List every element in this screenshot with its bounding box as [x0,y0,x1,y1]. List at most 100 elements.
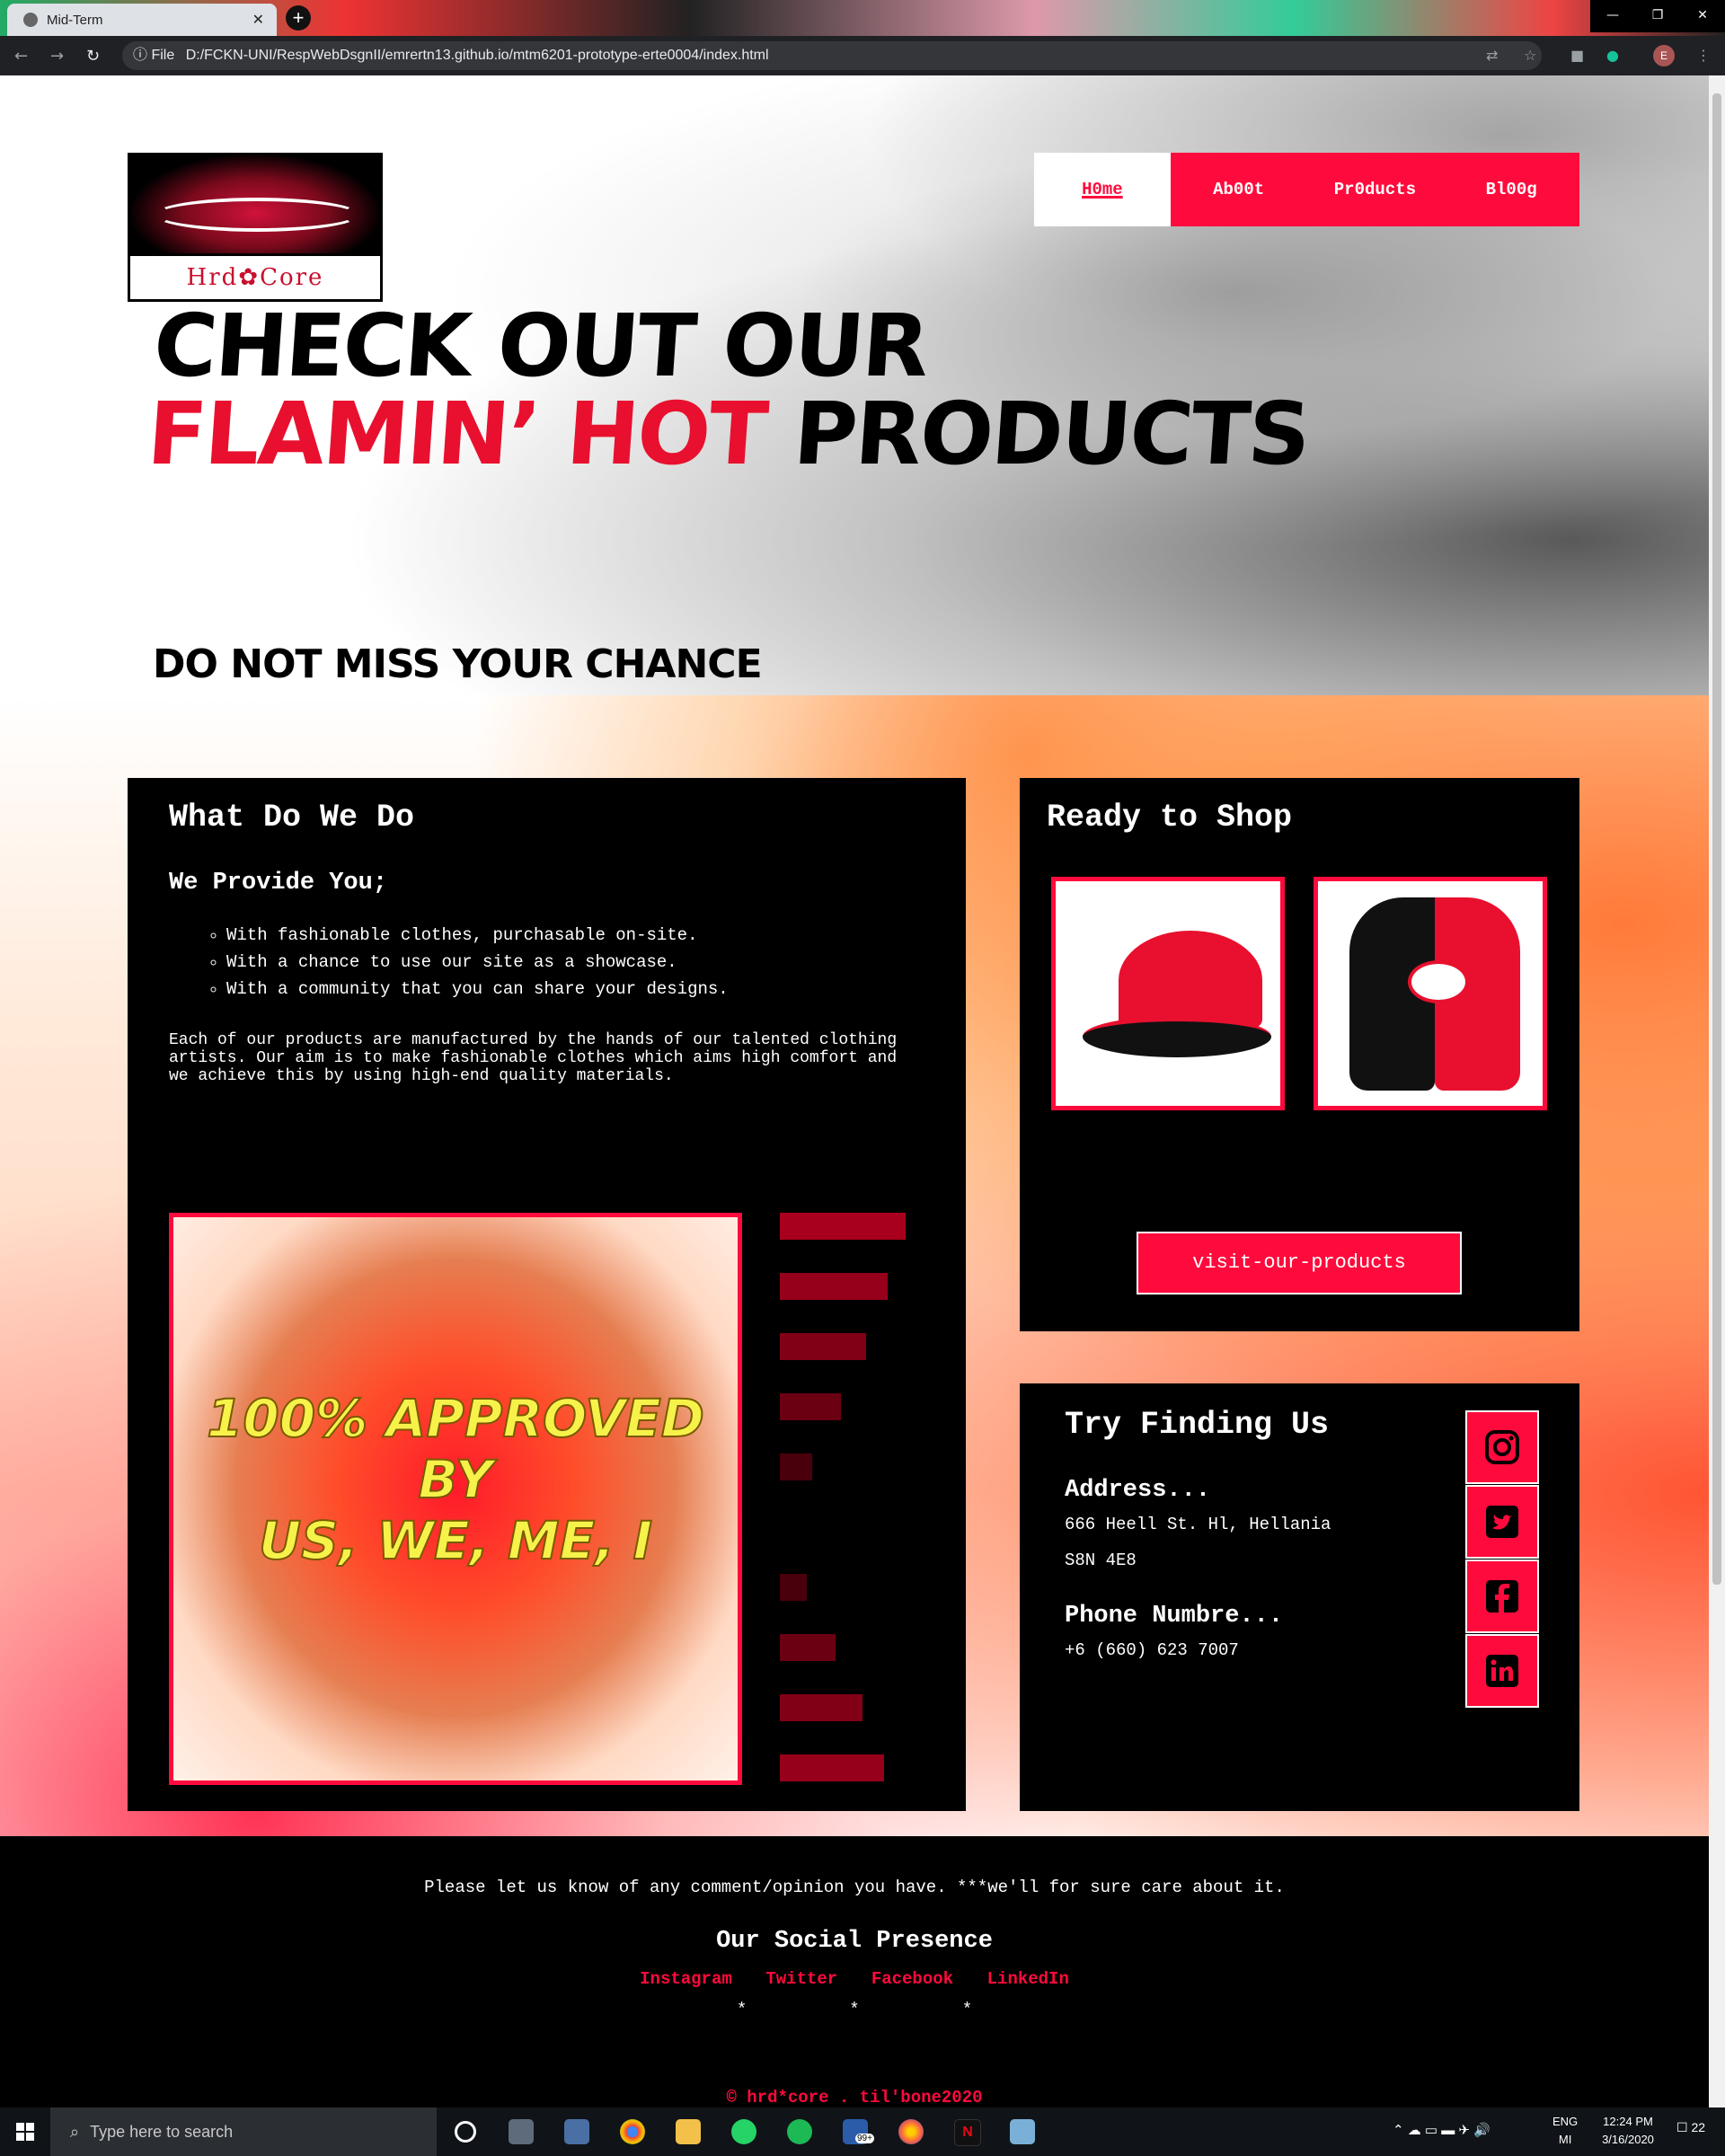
address-bar[interactable]: ⓘ File D:/FCKN-UNI/RespWebDsgnII/emrertn… [122,41,1542,70]
address-line-1: 666 Heell St. Hl, Hellania [1065,1515,1331,1534]
extension-icon[interactable]: ■ [1570,47,1584,64]
footer-link-instagram[interactable]: Instagram [640,1969,732,1989]
footer-link-facebook[interactable]: Facebook [871,1969,953,1989]
approved-image: 100% APPROVED BY US, WE, ME, I [169,1213,742,1785]
reload-icon[interactable]: ↻ [86,47,100,66]
tab-title: Mid-Term [47,12,103,28]
social-heading: Our Social Presence [716,1928,993,1955]
whatsapp-icon[interactable] [731,2119,756,2144]
product-hoodie-image[interactable] [1314,877,1547,1110]
file-explorer-icon[interactable] [676,2119,701,2144]
menu-dots-icon[interactable]: ⋮ [1696,47,1711,64]
close-tab-icon[interactable]: ✕ [252,11,264,29]
window-close-icon[interactable]: ✕ [1680,0,1725,32]
decor-bar [780,1213,906,1240]
shop-title: Ready to Shop [1047,800,1293,835]
nav-about[interactable]: Ab00t [1171,153,1307,226]
find-us-panel: Try Finding Us Address... 666 Heell St. … [1020,1383,1579,1811]
linkedin-button[interactable] [1465,1634,1539,1708]
what-title: What Do We Do [169,800,415,835]
site-info-label[interactable]: ⓘ File [133,41,174,70]
cap-icon [1083,931,1271,1065]
profile-avatar[interactable]: E [1653,45,1675,66]
bookmark-star-icon[interactable]: ☆ [1524,47,1536,64]
notification-icon[interactable]: ☐ 22 [1676,2118,1705,2136]
nav-blog[interactable]: Bl00g [1443,153,1579,226]
firefox-icon[interactable] [898,2119,924,2144]
browser-toolbar: ← → ↻ ⓘ File D:/FCKN-UNI/RespWebDsgnII/e… [0,36,1725,75]
lang-code: ENG [1552,2115,1579,2128]
back-icon[interactable]: ← [14,47,28,66]
visit-products-button[interactable]: visit-our-products [1137,1232,1462,1294]
new-tab-button[interactable]: + [286,5,311,31]
footer-link-linkedin[interactable]: LinkedIn [987,1969,1069,1989]
site-logo[interactable]: Hrd✿Core [128,153,383,302]
windows-taskbar: ⌕ Type here to search 99+ N ⌃ ☁ ▭ ▬ ✈ 🔊 E… [0,2107,1725,2156]
chrome-icon[interactable] [620,2119,645,2144]
forward-icon[interactable]: → [50,47,64,66]
language-indicator[interactable]: ENG MI [1552,2113,1578,2149]
taskbar-search[interactable]: ⌕ Type here to search [50,2107,437,2156]
mail-icon[interactable]: 99+ [843,2119,874,2144]
decor-bar [780,1754,884,1781]
footer-message: Please let us know of any comment/opinio… [424,1878,1285,1897]
notification-count: 22 [1691,2120,1706,2134]
hero-line-1: CHECK OUT OUR [150,296,931,396]
nav-home[interactable]: H0me [1034,153,1171,226]
shop-panel: Ready to Shop visit-our-products [1020,778,1579,1331]
instagram-button[interactable] [1465,1410,1539,1484]
scrollbar-thumb[interactable] [1712,93,1721,1585]
hero-title: CHECK OUT OUR FLAMIN’ HOT PRODUCTS [145,296,1318,484]
hoodie-icon [1349,897,1520,1091]
spotify-icon[interactable] [787,2119,812,2144]
cortana-icon[interactable] [455,2121,476,2143]
decor-bar [780,1574,807,1601]
hero-line-2: FLAMIN’ HOT PRODUCTS [145,384,1313,484]
minimize-icon[interactable]: — [1590,0,1635,32]
search-placeholder: Type here to search [90,2123,234,2141]
clock[interactable]: 12:24 PM 3/16/2020 [1592,2113,1664,2149]
hero-hot-text: FLAMIN’ HOT [144,384,770,484]
windows-start-icon[interactable] [16,2123,34,2141]
restore-icon[interactable]: ❐ [1635,0,1680,32]
logo-text: Hrd✿Core [128,253,383,302]
footer-stars: * * * [736,2000,973,2019]
decor-bar [780,1273,888,1300]
search-icon: ⌕ [70,2123,80,2141]
clock-date: 3/16/2020 [1602,2133,1654,2146]
provide-subtitle: We Provide You; [169,870,388,897]
phone-label: Phone Numbre... [1065,1603,1284,1630]
product-cap-image[interactable] [1051,877,1285,1110]
copyright: © hrd*core . til'bone2020 [726,2088,983,2107]
approved-line: BY [417,1448,493,1511]
decor-bar [780,1333,866,1360]
browser-tab-strip: Mid-Term ✕ + — ❐ ✕ [0,0,1725,36]
page-scrollbar[interactable] [1709,75,1725,2107]
approved-line: US, WE, ME, I [258,1509,653,1572]
linkedin-icon [1486,1655,1518,1687]
mail-badge: 99+ [855,2134,874,2143]
netflix-icon[interactable]: N [954,2119,981,2146]
url-text: D:/FCKN-UNI/RespWebDsgnII/emrertn13.gith… [185,48,769,63]
grammarly-icon[interactable]: ● [1606,47,1619,64]
decor-bar [780,1634,836,1661]
task-view-icon[interactable] [509,2119,534,2144]
tray-icons[interactable]: ⌃ ☁ ▭ ▬ ✈ 🔊 [1393,2122,1491,2140]
nav-products[interactable]: Pr0ducts [1307,153,1444,226]
phone-number: +6 (660) 623 7007 [1065,1640,1239,1660]
decor-bar [780,1393,841,1420]
twitter-button[interactable] [1465,1485,1539,1559]
browser-tab[interactable]: Mid-Term ✕ [7,4,277,36]
notes-icon[interactable] [1010,2119,1035,2144]
decor-bar [780,1454,812,1480]
list-item: With fashionable clothes, purchasable on… [226,922,729,949]
store-icon[interactable] [564,2119,589,2144]
find-title: Try Finding Us [1065,1407,1330,1443]
translate-icon[interactable]: ⇄ [1486,47,1498,64]
facebook-button[interactable] [1465,1560,1539,1633]
footer-link-twitter[interactable]: Twitter [765,1969,837,1989]
approved-text: 100% APPROVED BY US, WE, ME, I [173,1387,738,1572]
provide-list: With fashionable clothes, purchasable on… [199,922,729,1003]
hero-subtitle: DO NOT MISS YOUR CHANCE [153,641,763,687]
instagram-icon [1485,1430,1519,1464]
